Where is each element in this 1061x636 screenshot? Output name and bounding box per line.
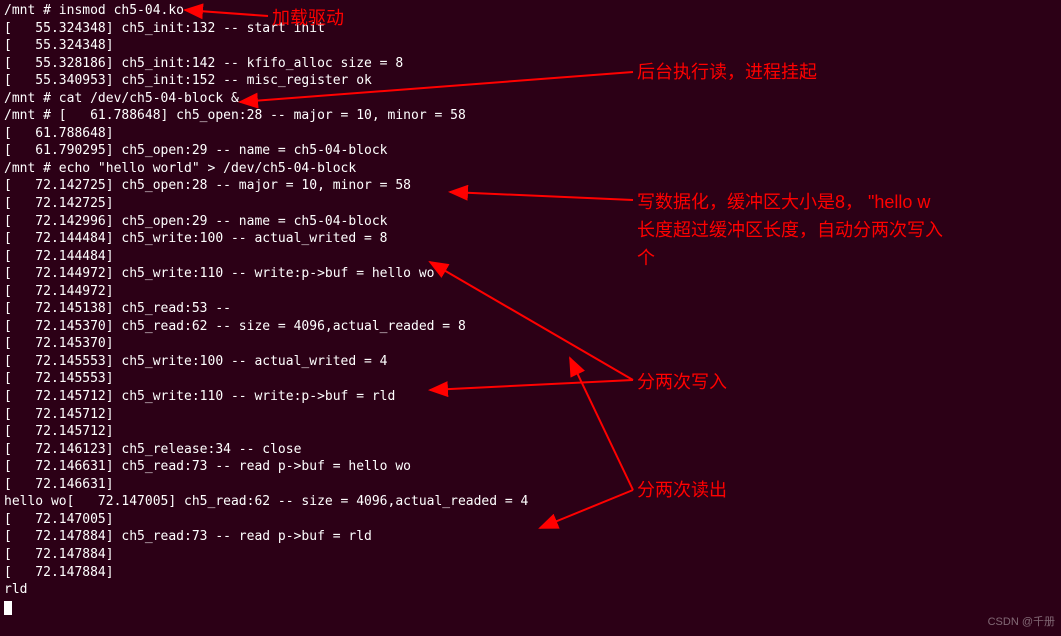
watermark: CSDN @千册 xyxy=(988,615,1055,630)
terminal-line: [ 72.147005] xyxy=(4,511,1057,529)
terminal-line: /mnt # insmod ch5-04.ko xyxy=(4,2,1057,20)
terminal-line: [ 55.324348] ch5_init:132 -- start init xyxy=(4,20,1057,38)
terminal-line: [ 55.328186] ch5_init:142 -- kfifo_alloc… xyxy=(4,55,1057,73)
annotation-two-reads: 分两次读出 xyxy=(637,478,727,502)
terminal-line: [ 72.144484] xyxy=(4,248,1057,266)
cursor-icon xyxy=(4,601,12,615)
terminal-line: [ 61.790295] ch5_open:29 -- name = ch5-0… xyxy=(4,142,1057,160)
terminal-line xyxy=(4,599,1057,617)
annotation-background-read: 后台执行读，进程挂起 xyxy=(637,60,817,84)
annotation-write-data-3: 个 xyxy=(637,246,655,270)
terminal-line: [ 72.146123] ch5_release:34 -- close xyxy=(4,441,1057,459)
terminal-line: [ 61.788648] xyxy=(4,125,1057,143)
terminal-line: [ 72.145712] xyxy=(4,423,1057,441)
terminal-line: [ 55.340953] ch5_init:152 -- misc_regist… xyxy=(4,72,1057,90)
terminal-line: [ 55.324348] xyxy=(4,37,1057,55)
annotation-load-driver: 加载驱动 xyxy=(272,6,344,30)
terminal-line: [ 72.147884] ch5_read:73 -- read p->buf … xyxy=(4,528,1057,546)
terminal-line: [ 72.146631] ch5_read:73 -- read p->buf … xyxy=(4,458,1057,476)
terminal-line: [ 72.145712] xyxy=(4,406,1057,424)
terminal-output: /mnt # insmod ch5-04.ko [ 55.324348] ch5… xyxy=(0,0,1061,618)
terminal-line: [ 72.147884] xyxy=(4,546,1057,564)
terminal-line: /mnt # echo "hello world" > /dev/ch5-04-… xyxy=(4,160,1057,178)
annotation-two-writes: 分两次写入 xyxy=(637,370,727,394)
terminal-line: /mnt # [ 61.788648] ch5_open:28 -- major… xyxy=(4,107,1057,125)
terminal-line: [ 72.144972] xyxy=(4,283,1057,301)
terminal-line: [ 72.144972] ch5_write:110 -- write:p->b… xyxy=(4,265,1057,283)
terminal-line: [ 72.145712] ch5_write:110 -- write:p->b… xyxy=(4,388,1057,406)
terminal-line: [ 72.145370] ch5_read:62 -- size = 4096,… xyxy=(4,318,1057,336)
terminal-line: [ 72.145138] ch5_read:53 -- xyxy=(4,300,1057,318)
terminal-line: hello wo[ 72.147005] ch5_read:62 -- size… xyxy=(4,493,1057,511)
terminal-line: [ 72.146631] xyxy=(4,476,1057,494)
terminal-line: [ 72.145553] ch5_write:100 -- actual_wri… xyxy=(4,353,1057,371)
annotation-write-data-2: 长度超过缓冲区长度，自动分两次写入 xyxy=(637,218,943,242)
terminal-line: [ 72.147884] xyxy=(4,564,1057,582)
annotation-write-data-1: 写数据化，缓冲区大小是8， "hello w xyxy=(637,190,930,214)
terminal-line: /mnt # cat /dev/ch5-04-block & xyxy=(4,90,1057,108)
terminal-line: [ 72.145553] xyxy=(4,370,1057,388)
terminal-line: rld xyxy=(4,581,1057,599)
terminal-line: [ 72.145370] xyxy=(4,335,1057,353)
